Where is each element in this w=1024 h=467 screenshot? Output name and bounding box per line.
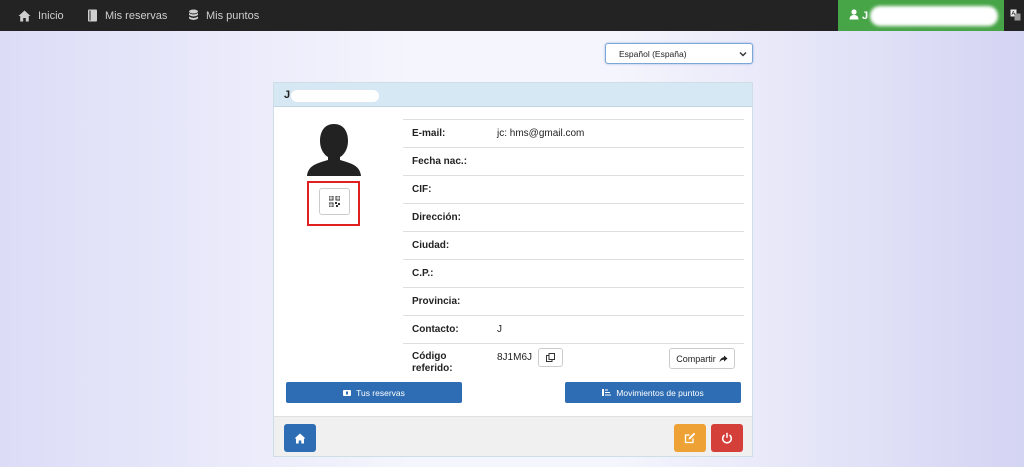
user-name: J <box>862 10 869 22</box>
field-label: Código referido: <box>412 351 453 374</box>
field-row-postal-code: C.P.: <box>403 259 744 287</box>
field-row-referral-code: Código referido: 8J1M6J Compartir <box>403 343 744 379</box>
language-selected-value: Español (España) <box>619 48 687 59</box>
nav-points-link[interactable]: Mis puntos <box>188 0 259 31</box>
share-icon <box>719 355 728 362</box>
svg-text:A: A <box>1012 11 1016 17</box>
copy-referral-button[interactable] <box>538 348 563 367</box>
points-movements-label: Movimientos de puntos <box>616 387 704 398</box>
nav-home-label: Inicio <box>38 9 64 22</box>
top-navbar: Inicio Mis reservas Mis puntos J 10 A <box>0 0 1024 31</box>
field-value: J <box>497 324 502 335</box>
field-label: Provincia: <box>412 296 461 307</box>
user-icon <box>849 9 859 20</box>
nav-reservations-label: Mis reservas <box>105 9 168 22</box>
profile-card: J E-mail: jc: hms@gmail.com Fecha nac.: <box>273 82 753 457</box>
field-row-email: E-mail: jc: hms@gmail.com <box>403 119 744 147</box>
home-icon <box>18 10 31 21</box>
power-icon <box>722 432 732 444</box>
field-value: jc: hms@gmail.com <box>497 128 585 139</box>
home-icon <box>294 433 306 443</box>
redacted-profile-name <box>291 90 379 102</box>
field-label: Contacto: <box>412 324 459 335</box>
field-row-contact: Contacto: J <box>403 315 744 343</box>
your-reservations-button[interactable]: Tus reservas <box>286 382 462 403</box>
qr-code-icon <box>329 196 340 207</box>
card-footer <box>274 416 752 456</box>
share-button[interactable]: Compartir <box>669 348 735 369</box>
card-header: J <box>274 83 752 107</box>
home-button[interactable] <box>284 424 316 452</box>
field-row-city: Ciudad: <box>403 231 744 259</box>
user-account-button[interactable]: J 10 <box>838 0 1004 31</box>
book-icon <box>88 9 97 22</box>
points-movements-button[interactable]: Movimientos de puntos <box>565 382 741 403</box>
nav-reservations-link[interactable]: Mis reservas <box>87 0 167 31</box>
language-select[interactable]: Español (España) <box>605 43 753 64</box>
coins-icon <box>985 9 994 21</box>
edit-profile-button[interactable] <box>674 424 706 452</box>
field-row-birthdate: Fecha nac.: <box>403 147 744 175</box>
field-label: Fecha nac.: <box>412 156 468 167</box>
field-label: CIF: <box>412 184 432 195</box>
database-icon <box>189 9 198 20</box>
field-label: Ciudad: <box>412 240 450 251</box>
field-label: C.P.: <box>412 268 434 279</box>
field-label: E-mail: <box>412 128 446 139</box>
language-icon[interactable]: A <box>1010 9 1021 21</box>
profile-name: J <box>284 89 291 101</box>
user-points-count: 10 <box>970 10 983 22</box>
field-label: Dirección: <box>412 212 461 223</box>
chevron-down-icon <box>739 52 747 57</box>
qr-code-button[interactable] <box>319 188 350 215</box>
referral-code-value: 8J1M6J <box>497 352 533 363</box>
field-row-cif: CIF: <box>403 175 744 203</box>
share-button-label: Compartir <box>676 353 716 364</box>
nav-home-link[interactable]: Inicio <box>18 0 64 31</box>
avatar-silhouette-icon <box>307 124 361 176</box>
profile-info-table: E-mail: jc: hms@gmail.com Fecha nac.: CI… <box>403 119 744 379</box>
nav-points-label: Mis puntos <box>206 9 260 22</box>
your-reservations-label: Tus reservas <box>356 387 405 398</box>
edit-icon <box>684 432 696 444</box>
ticket-icon <box>343 389 352 396</box>
logout-button[interactable] <box>711 424 743 452</box>
field-row-address: Dirección: <box>403 203 744 231</box>
copy-icon <box>546 353 555 362</box>
list-icon <box>602 389 612 396</box>
field-row-province: Provincia: <box>403 287 744 315</box>
